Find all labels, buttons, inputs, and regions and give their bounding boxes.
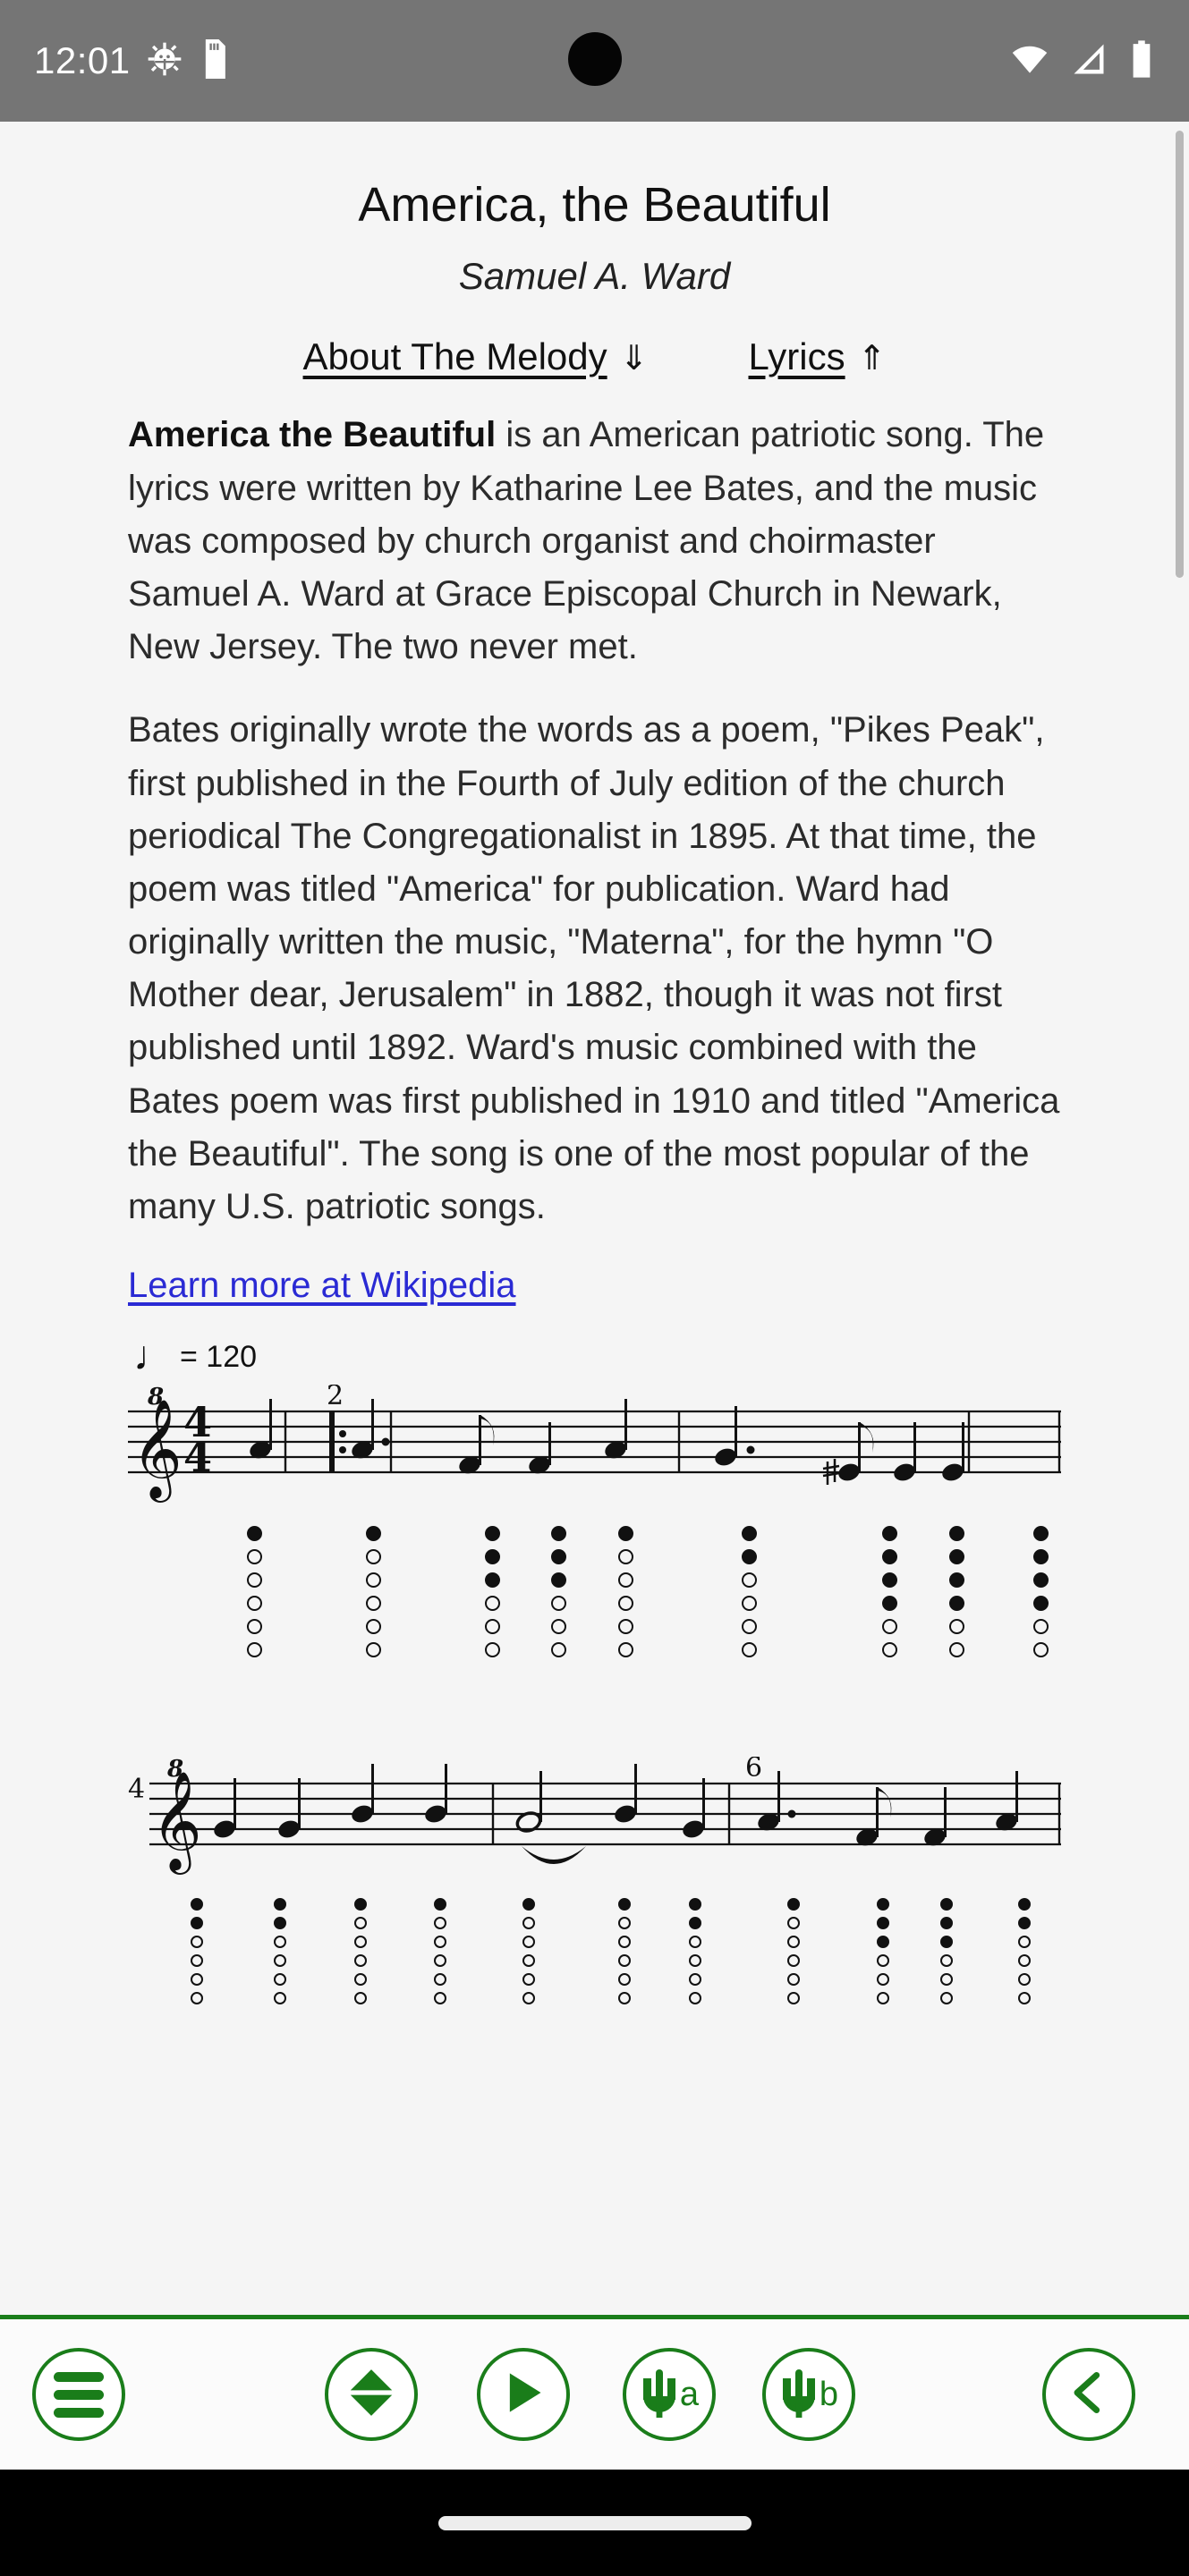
back-button[interactable] [1042,2348,1135,2441]
camera-punch-hole [567,32,622,86]
svg-text:𝄞: 𝄞 [151,1770,202,1875]
lyrics-nav[interactable]: Lyrics ⇑ [748,335,886,378]
fingering-diagram [949,1526,969,1665]
menu-button[interactable] [32,2348,125,2441]
scrollbar-thumb[interactable] [1176,131,1184,578]
fingering-diagram [742,1526,761,1665]
staff-system-1: 𝄞 8 4 4 2 [128,1380,1061,1687]
about-melody-nav[interactable]: About The Melody ⇓ [303,335,649,378]
fingering-diagram [485,1526,505,1665]
system-navigation-bar [0,2470,1189,2576]
play-icon [500,2369,547,2420]
home-indicator[interactable] [437,2516,752,2530]
tempo-value: = 120 [180,1339,258,1374]
fingering-diagram [366,1526,386,1665]
status-bar-left: 12:01 [34,38,229,83]
staff-system-2: 4 𝄞 8 6 [128,1752,1061,2014]
lyrics-link[interactable]: Lyrics [748,335,845,378]
android-debug-icon [147,41,183,81]
staff-1: 𝄞 8 4 4 2 [128,1380,1061,1519]
svg-text:2: 2 [327,1385,344,1411]
svg-text:4: 4 [128,1774,145,1805]
fingering-row-1 [128,1526,1061,1687]
status-clock: 12:01 [34,39,131,81]
fingering-diagram [618,1898,638,2011]
fingering-row-2 [128,1898,1061,2014]
about-paragraph-1: America the Beautiful is an American pat… [128,409,1061,674]
tuning-fork-b-label: b [819,2376,839,2413]
signal-icon [1069,39,1108,83]
quarter-note-icon: ♩ [133,1332,174,1379]
song-page: America, the Beautiful Samuel A. Ward Ab… [0,122,1189,2014]
fingering-diagram [354,1898,374,2011]
status-bar-right [1010,38,1155,84]
scrollbar[interactable] [1176,131,1184,2304]
fingering-diagram [522,1898,542,2011]
fingering-diagram [689,1898,709,2011]
fingering-diagram [1018,1898,1038,2011]
app-content-area: America, the Beautiful Samuel A. Ward Ab… [0,122,1189,2315]
fingering-diagram [940,1898,960,2011]
transpose-button[interactable] [325,2348,418,2441]
song-name-bold: America the Beautiful [128,415,497,455]
fingering-diagram [1033,1526,1053,1665]
wifi-icon [1010,39,1049,83]
fingering-diagram [191,1898,210,2011]
fingering-diagram [618,1526,638,1665]
svg-text:6: 6 [745,1757,762,1784]
svg-text:8: 8 [147,1385,164,1411]
arrow-up-icon[interactable]: ⇑ [858,338,887,378]
chevron-left-icon [1066,2369,1112,2420]
tuning-fork-a-label: a [679,2376,700,2413]
svg-text:4: 4 [183,1433,212,1481]
arrow-down-icon[interactable]: ⇓ [620,338,649,378]
battery-icon [1128,38,1155,84]
fingering-diagram [877,1898,896,2011]
wikipedia-link[interactable]: Learn more at Wikipedia [128,1266,516,1306]
fingering-diagram [551,1526,571,1665]
about-paragraph-2: Bates originally wrote the words as a po… [128,710,1060,1227]
fingering-diagram [882,1526,902,1665]
svg-text:8: 8 [166,1757,183,1783]
fingering-diagram [274,1898,293,2011]
status-bar: 12:01 [0,0,1189,122]
fingering-diagram [434,1898,454,2011]
tempo-marking: ♩ = 120 [133,1332,1061,1379]
sim-card-icon [199,38,229,83]
svg-text:𝄞: 𝄞 [132,1398,183,1503]
tuning-fork-icon [640,2368,679,2422]
section-nav: About The Melody ⇓ Lyrics ⇑ [128,335,1061,378]
bottom-toolbar: a b [0,2315,1189,2470]
hamburger-icon [54,2371,104,2418]
fingering-diagram [787,1898,807,2011]
fingering-diagram [247,1526,267,1665]
play-button[interactable] [477,2348,570,2441]
about-melody-link[interactable]: About The Melody [303,335,607,378]
staff-2: 4 𝄞 8 6 [128,1752,1061,1891]
tuning-fork-b-button[interactable]: b [762,2348,855,2441]
tuning-fork-a-button[interactable]: a [623,2348,716,2441]
page-title: America, the Beautiful [358,178,831,232]
composer-subtitle: Samuel A. Ward [458,255,731,298]
tuning-fork-icon [779,2368,819,2422]
up-down-arrows-icon [344,2365,399,2425]
music-score: ♩ = 120 𝄞 8 4 4 2 4 𝄞 8 6 [128,1332,1061,2014]
